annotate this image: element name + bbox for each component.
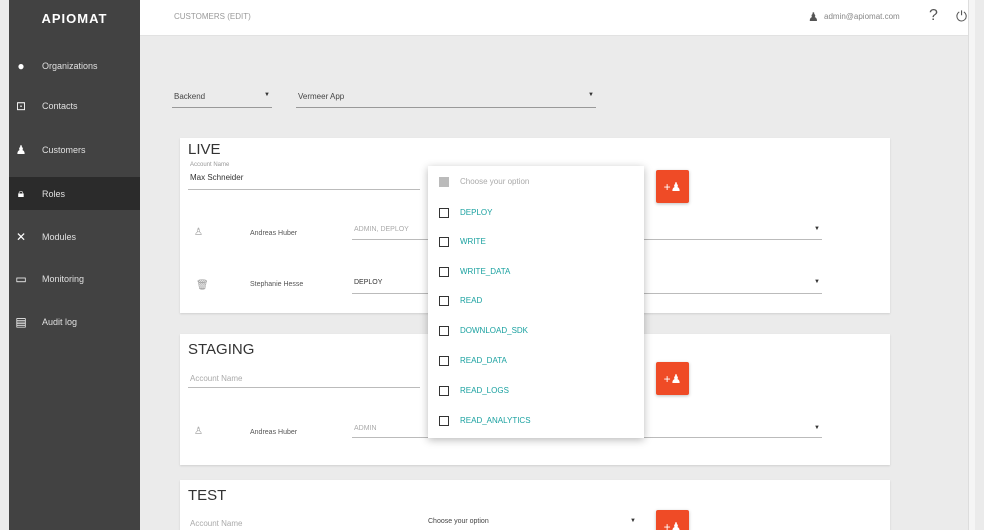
option-label: DOWNLOAD_SDK — [460, 326, 529, 335]
sidebar-item-label: Roles — [42, 188, 66, 199]
sidebar-item-roles[interactable]: 🔒︎ Roles — [9, 177, 140, 210]
member-role-value: ADMIN — [354, 425, 377, 432]
sidebar-item-monitoring[interactable]: ▭ Monitoring — [9, 262, 140, 295]
checkbox-icon[interactable] — [439, 325, 449, 336]
apiomat-logo: APIOMAT — [41, 10, 108, 26]
audit-log-icon: ▤ — [15, 314, 27, 329]
trash-icon[interactable]: 🗑︎ — [196, 280, 209, 291]
option-read-analytics[interactable]: READ_ANALYTICS — [428, 406, 644, 435]
option-download-sdk[interactable]: DOWNLOAD_SDK — [428, 316, 644, 345]
add-user-button[interactable]: +♟ — [656, 510, 689, 530]
member-role-value: DEPLOY — [354, 279, 383, 286]
checkbox-icon[interactable] — [439, 355, 449, 366]
sidebar-item-label: Contacts — [42, 100, 78, 111]
top-bar: CUSTOMERS (EDIT) ♟ admin@apiomat.com ? ⏻ — [140, 0, 968, 36]
customers-icon: ♟ — [15, 142, 27, 157]
add-user-button[interactable]: +♟ — [656, 170, 689, 203]
option-label: DEPLOY — [460, 208, 493, 217]
account-name-label: Account Name — [190, 162, 230, 168]
user-icon: ♟ — [808, 10, 819, 24]
chevron-down-icon: ▼ — [814, 279, 820, 285]
sidebar-item-label: Modules — [42, 231, 77, 242]
option-read-logs[interactable]: READ_LOGS — [428, 376, 644, 405]
app-value: Vermeer App — [298, 92, 345, 101]
organizations-icon: ● — [17, 58, 25, 73]
member-name: Stephanie Hesse — [250, 281, 304, 288]
backend-select[interactable]: Backend ▼ — [172, 86, 272, 108]
help-icon[interactable]: ? — [929, 7, 938, 25]
tools-icon: ✕ — [15, 229, 27, 244]
person-icon: ♙ — [194, 227, 203, 238]
checkbox-icon[interactable] — [439, 415, 449, 426]
option-read[interactable]: READ — [428, 286, 644, 315]
monitor-icon: ▭ — [15, 271, 27, 286]
checkbox-icon[interactable] — [439, 266, 449, 277]
option-label: WRITE_DATA — [460, 267, 511, 276]
chevron-down-icon: ▼ — [264, 92, 270, 98]
test-role-select[interactable]: Choose your option ▼ — [426, 510, 638, 530]
option-write-data[interactable]: WRITE_DATA — [428, 257, 644, 286]
lock-icon: 🔒︎ — [17, 186, 25, 200]
member-name: Andreas Huber — [250, 230, 298, 237]
role-options-dropdown: Choose your option DEPLOY WRITE WRITE_DA… — [428, 166, 644, 438]
chevron-down-icon: ▼ — [814, 425, 820, 431]
option-label: WRITE — [460, 237, 486, 246]
logout-icon[interactable]: ⏻ — [956, 8, 967, 25]
sidebar-item-label: Organizations — [42, 60, 98, 71]
option-label: READ_DATA — [460, 356, 507, 365]
sidebar-item-customers[interactable]: ♟ Customers — [9, 133, 140, 166]
sidebar-item-modules[interactable]: ✕ Modules — [9, 220, 140, 253]
sidebar-item-organizations[interactable]: ● Organizations — [9, 49, 140, 82]
scrollbar[interactable] — [968, 0, 975, 530]
app-select[interactable]: Vermeer App ▼ — [296, 86, 596, 108]
staging-account-field[interactable]: Account Name — [188, 366, 420, 388]
chevron-down-icon: ▼ — [588, 92, 594, 98]
checkbox-icon[interactable] — [439, 295, 449, 306]
member-name: Andreas Huber — [250, 429, 298, 436]
user-email[interactable]: admin@apiomat.com — [824, 12, 900, 21]
test-account-field[interactable]: Account Name — [188, 512, 420, 530]
add-user-button[interactable]: +♟ — [656, 362, 689, 395]
checkbox-icon — [439, 176, 449, 187]
sidebar: APIOMAT ● Organizations ⊡ Contacts ♟ Cus… — [9, 0, 140, 530]
checkbox-icon[interactable] — [439, 385, 449, 396]
role-placeholder: Choose your option — [428, 518, 489, 525]
sidebar-item-label: Audit log — [42, 316, 78, 327]
option-write[interactable]: WRITE — [428, 227, 644, 256]
account-name-value: Max Schneider — [190, 173, 244, 182]
person-icon: ♙ — [194, 426, 203, 437]
contacts-icon: ⊡ — [15, 98, 27, 113]
breadcrumb: CUSTOMERS (EDIT) — [174, 12, 251, 21]
member-role-value: ADMIN, DEPLOY — [354, 226, 409, 233]
checkbox-icon[interactable] — [439, 236, 449, 247]
chevron-down-icon: ▼ — [814, 226, 820, 232]
option-deploy[interactable]: DEPLOY — [428, 198, 644, 227]
chevron-down-icon: ▼ — [630, 518, 636, 524]
dropdown-header: Choose your option — [428, 167, 644, 196]
sidebar-item-label: Monitoring — [42, 273, 85, 284]
test-card: TEST Account Name Choose your option ▼ +… — [180, 480, 890, 530]
test-title: TEST — [188, 487, 227, 504]
sidebar-item-contacts[interactable]: ⊡ Contacts — [9, 89, 140, 122]
staging-title: STAGING — [188, 341, 255, 358]
account-name-placeholder: Account Name — [190, 519, 243, 528]
account-name-placeholder: Account Name — [190, 374, 243, 383]
option-label: READ_ANALYTICS — [460, 416, 531, 425]
backend-value: Backend — [174, 92, 206, 101]
sidebar-item-label: Customers — [42, 144, 86, 155]
live-account-field[interactable]: Account Name Max Schneider — [188, 160, 420, 190]
checkbox-icon[interactable] — [439, 207, 449, 218]
option-label: READ_LOGS — [460, 386, 509, 395]
option-read-data[interactable]: READ_DATA — [428, 346, 644, 375]
live-title: LIVE — [188, 141, 221, 158]
option-label: READ — [460, 296, 483, 305]
dropdown-header-label: Choose your option — [460, 177, 530, 186]
sidebar-item-audit-log[interactable]: ▤ Audit log — [9, 305, 140, 338]
